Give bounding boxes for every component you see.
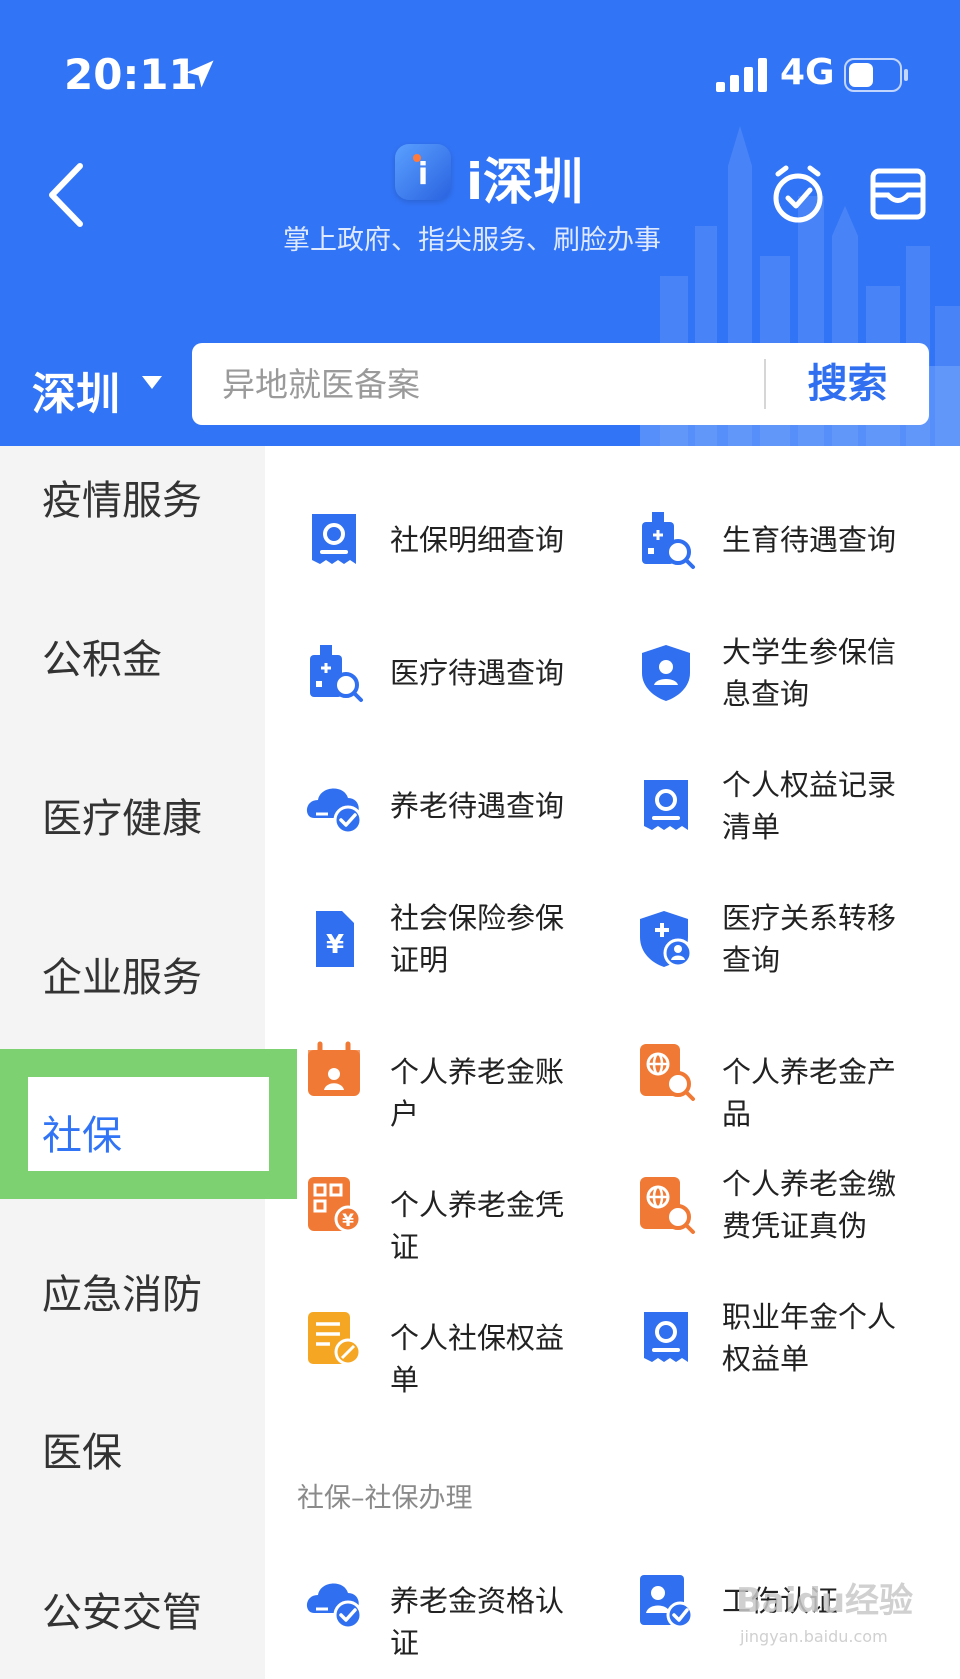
service-label: 大学生参保信息查询 bbox=[722, 635, 897, 711]
sidebar-item-medical-insurance[interactable]: 医保 bbox=[0, 1420, 265, 1478]
shield-plus-user-icon bbox=[640, 911, 693, 968]
service-label: 社保明细查询 bbox=[390, 523, 565, 557]
app-header: 20:11 4G i i深圳 掌上政府、指尖服务、刷脸办事 深圳 异地就医备案 … bbox=[0, 0, 960, 446]
alarm-clock-icon[interactable] bbox=[770, 164, 826, 226]
cloud-check-icon bbox=[306, 1583, 363, 1630]
svg-text:i: i bbox=[418, 157, 428, 192]
globe-search-icon bbox=[640, 1177, 695, 1234]
signal-icon bbox=[716, 58, 767, 92]
document-edit-icon bbox=[308, 1312, 362, 1366]
status-time: 20:11 bbox=[64, 50, 198, 99]
city-selector[interactable]: 深圳 bbox=[32, 358, 120, 422]
document-yuan-icon: ¥ bbox=[316, 911, 354, 967]
qrcode-yuan-icon: ¥ bbox=[308, 1177, 362, 1233]
id-card-check-icon bbox=[640, 1575, 694, 1629]
sidebar-item-emergency[interactable]: 应急消防 bbox=[0, 1262, 265, 1320]
service-label: 医疗待遇查询 bbox=[390, 656, 565, 690]
receipt-search-icon bbox=[644, 1312, 688, 1362]
calendar-user-icon bbox=[308, 1041, 360, 1096]
card-wallet-icon[interactable] bbox=[870, 168, 926, 220]
app-title: i深圳 bbox=[466, 153, 584, 211]
sidebar-item-epidemic[interactable]: 疫情服务 bbox=[0, 468, 265, 526]
battery-icon bbox=[844, 58, 908, 92]
service-label: 个人养老金产品 bbox=[722, 1055, 897, 1131]
globe-search-icon bbox=[640, 1044, 695, 1101]
section-title: 社保–社保办理 bbox=[297, 1483, 473, 1514]
location-arrow-icon bbox=[186, 60, 214, 88]
service-label: 医疗关系转移查询 bbox=[722, 901, 897, 977]
sidebar-item-enterprise[interactable]: 企业服务 bbox=[0, 945, 265, 1003]
receipt-search-icon bbox=[312, 514, 356, 564]
service-label: 职业年金个人权益单 bbox=[722, 1300, 897, 1376]
hospital-search-icon bbox=[310, 645, 363, 702]
hospital-search-icon bbox=[642, 512, 695, 569]
svg-text:¥: ¥ bbox=[342, 1211, 354, 1231]
service-label: 养老金资格认证 bbox=[390, 1584, 565, 1660]
svg-text:¥: ¥ bbox=[326, 930, 344, 960]
service-label: 个人养老金缴费凭证真伪 bbox=[722, 1167, 897, 1243]
sidebar-item-housing-fund[interactable]: 公积金 bbox=[0, 627, 265, 685]
app-logo-icon: i bbox=[395, 144, 451, 200]
service-label: 养老待遇查询 bbox=[390, 789, 565, 823]
search-input[interactable] bbox=[222, 343, 722, 425]
network-label: 4G bbox=[780, 52, 835, 93]
receipt-search-icon bbox=[644, 780, 688, 830]
sidebar-item-label-active: 社保 bbox=[42, 1113, 122, 1159]
service-label: 社会保险参保证明 bbox=[390, 901, 565, 977]
service-label: 个人养老金凭证 bbox=[390, 1188, 565, 1264]
caret-down-icon[interactable] bbox=[142, 376, 162, 389]
service-label: 个人养老金账户 bbox=[390, 1055, 565, 1131]
watermark: Baidu经验 bbox=[736, 1581, 914, 1621]
watermark-url: jingyan.baidu.com bbox=[740, 1627, 888, 1646]
sidebar-item-public-security[interactable]: 公安交管 bbox=[0, 1580, 265, 1638]
search-button[interactable]: 搜索 bbox=[766, 343, 929, 425]
search-box: 搜索 bbox=[192, 343, 929, 425]
service-label: 生育待遇查询 bbox=[722, 523, 897, 557]
cloud-check-icon bbox=[306, 788, 363, 835]
service-label: 个人权益记录清单 bbox=[722, 768, 897, 844]
sidebar-item-medical-health[interactable]: 医疗健康 bbox=[0, 786, 265, 844]
shield-user-icon bbox=[642, 645, 690, 701]
service-label: 个人社保权益单 bbox=[390, 1321, 565, 1397]
